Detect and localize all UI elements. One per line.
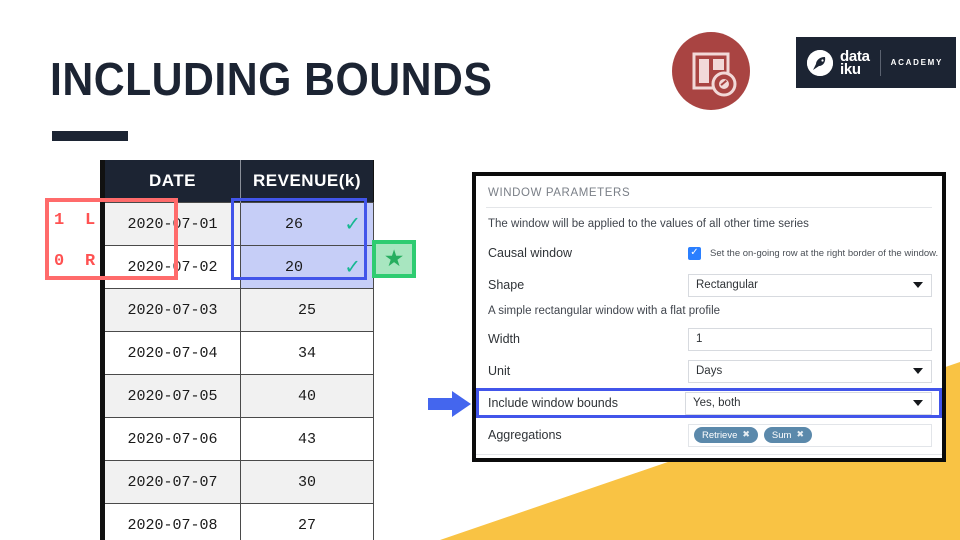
table-row: 2020-07-04 34	[102, 331, 374, 375]
academy-label: ACADEMY	[890, 58, 944, 67]
table-body: 2020-07-01 26 ✓ 2020-07-02 20 ✓ 2020-07-…	[102, 202, 374, 540]
width-row: Width 1	[486, 324, 932, 354]
cell-date: 2020-07-04	[102, 331, 241, 375]
blue-right-arrow-icon	[428, 391, 471, 417]
width-input[interactable]: 1	[688, 327, 932, 351]
unit-label: Unit	[488, 364, 511, 378]
shape-label: Shape	[488, 278, 525, 292]
table-row: 2020-07-07 30	[102, 460, 374, 504]
chevron-down-icon	[913, 282, 923, 288]
dataiku-bird-icon	[807, 49, 833, 76]
unit-select[interactable]: Days	[688, 359, 932, 383]
window-clock-icon	[672, 32, 750, 110]
checkmark-icon: ✓	[690, 247, 699, 258]
dataiku-wordmark: data iku	[840, 49, 870, 77]
title-accent-bar	[52, 131, 128, 141]
cell-revenue-value: 20	[284, 258, 303, 276]
include-window-bounds-label: Include window bounds	[488, 396, 618, 410]
star-icon: ★	[383, 245, 405, 272]
star-annotation-box: ★	[372, 240, 416, 278]
dialog-note: The window will be applied to the values…	[488, 218, 809, 230]
aggregation-chip[interactable]: Retrieve ✖	[694, 427, 758, 443]
aggregation-chip-label: Sum	[771, 429, 792, 441]
page-title: INCLUDING BOUNDS	[50, 53, 493, 105]
table-header-row: DATE REVENUE(k)	[102, 160, 374, 203]
cell-revenue: 26 ✓	[240, 202, 374, 246]
cell-date: 2020-07-02	[102, 245, 241, 289]
check-icon: ✓	[344, 211, 361, 236]
cell-date: 2020-07-08	[102, 503, 241, 540]
table-row: 2020-07-03 25	[102, 288, 374, 332]
dataiku-academy-logo: data iku ACADEMY	[796, 37, 956, 88]
shape-description: A simple rectangular window with a flat …	[488, 305, 721, 317]
aggregations-row: Aggregations Retrieve ✖ Sum ✖	[486, 420, 932, 450]
right-bound-count: 0	[54, 252, 65, 271]
cell-revenue: 40	[240, 374, 374, 418]
dialog-bottom-divider	[476, 454, 942, 455]
right-bound-label: R	[85, 252, 96, 271]
column-header-date: DATE	[102, 160, 241, 203]
cell-revenue: 27	[240, 503, 374, 540]
cell-revenue: 43	[240, 417, 374, 461]
cell-date: 2020-07-07	[102, 460, 241, 504]
table-row: 2020-07-01 26 ✓	[102, 202, 374, 246]
shape-select[interactable]: Rectangular	[688, 273, 932, 297]
causal-window-label: Causal window	[488, 246, 573, 260]
aggregations-label: Aggregations	[488, 428, 562, 442]
chevron-down-icon	[913, 400, 923, 406]
cell-revenue-value: 26	[284, 215, 303, 233]
include-window-bounds-select[interactable]: Yes, both	[685, 391, 932, 415]
causal-window-checkbox[interactable]: ✓	[688, 246, 701, 260]
cell-revenue: 34	[240, 331, 374, 375]
column-header-revenue: REVENUE(k)	[240, 160, 374, 203]
dialog-header: WINDOW PARAMETERS	[486, 176, 932, 208]
shape-row: Shape Rectangular	[486, 270, 932, 300]
table-row: 2020-07-05 40	[102, 374, 374, 418]
check-icon: ✓	[344, 254, 361, 279]
include-window-bounds-row: Include window bounds Yes, both	[476, 388, 942, 418]
cell-revenue: 25	[240, 288, 374, 332]
close-icon[interactable]: ✖	[796, 430, 804, 440]
cell-revenue: 30	[240, 460, 374, 504]
close-icon[interactable]: ✖	[742, 430, 750, 440]
left-bound-label: L	[85, 211, 96, 230]
revenue-table: DATE REVENUE(k) 2020-07-01 26 ✓ 2020-07-…	[100, 160, 374, 540]
cell-date: 2020-07-03	[102, 288, 241, 332]
left-bound-count: 1	[54, 211, 65, 230]
causal-window-hint: Set the on-going row at the right border…	[710, 247, 939, 259]
slide-canvas: INCLUDING BOUNDS data iku ACADEMY DATE R…	[0, 0, 960, 540]
aggregations-field[interactable]: Retrieve ✖ Sum ✖	[688, 423, 932, 447]
logo-divider	[879, 49, 881, 76]
table-row: 2020-07-08 27	[102, 503, 374, 540]
causal-window-row: Causal window ✓ Set the on-going row at …	[486, 238, 938, 268]
width-label: Width	[488, 332, 520, 346]
aggregation-chip-label: Retrieve	[702, 429, 738, 441]
unit-row: Unit Days	[486, 356, 932, 386]
chevron-down-icon	[913, 368, 923, 374]
cell-revenue: 20 ✓	[240, 245, 374, 289]
cell-date: 2020-07-01	[102, 202, 241, 246]
cell-date: 2020-07-06	[102, 417, 241, 461]
window-parameters-dialog: WINDOW PARAMETERS The window will be app…	[472, 172, 946, 462]
table-row: 2020-07-02 20 ✓	[102, 245, 374, 289]
cell-date: 2020-07-05	[102, 374, 241, 418]
table-row: 2020-07-06 43	[102, 417, 374, 461]
aggregation-chip[interactable]: Sum ✖	[763, 427, 813, 443]
